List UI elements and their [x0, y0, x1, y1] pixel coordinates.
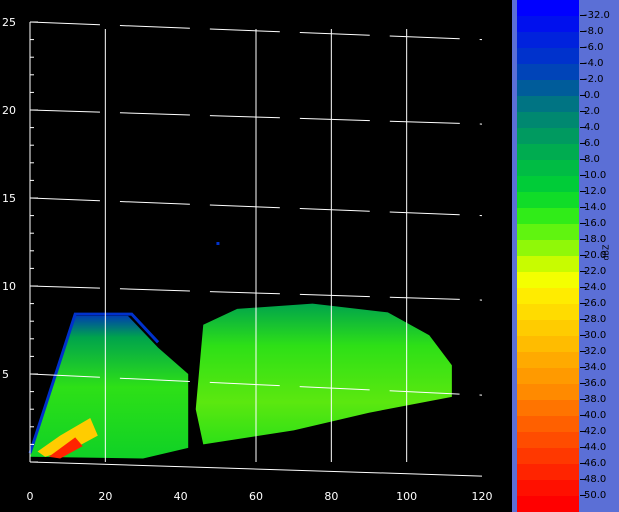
colorbar-swatch [517, 480, 579, 496]
colorbar-swatch [517, 0, 579, 16]
colorbar-swatch [517, 304, 579, 320]
colorbar-swatch [517, 288, 579, 304]
x-tick-label: 80 [324, 490, 338, 503]
colorbar-label: 28.0 [580, 312, 606, 328]
colorbar-swatch [517, 192, 579, 208]
y-tick-label: 15 [2, 192, 16, 205]
colorbar-label: 34.0 [580, 360, 606, 376]
colorbar-label: 14.0 [580, 200, 606, 216]
colorbar-swatch [517, 144, 579, 160]
echo-layer [28, 242, 452, 459]
colorbar-label: 10.0 [580, 168, 606, 184]
colorbar-swatch [517, 464, 579, 480]
colorbar-label: -8.0 [580, 24, 604, 40]
colorbar-swatch [517, 176, 579, 192]
colorbar-swatch [517, 48, 579, 64]
colorbar-swatch [517, 32, 579, 48]
colorbar-label: 22.0 [580, 264, 606, 280]
colorbar-unit-label: dBZ [601, 244, 611, 261]
colorbar-swatch [517, 16, 579, 32]
x-tick-label: 60 [249, 490, 263, 503]
colorbar-label: 44.0 [580, 440, 606, 456]
x-tick-label: 0 [27, 490, 34, 503]
echo-speck [216, 242, 220, 245]
colorbar-label: -6.0 [580, 40, 604, 56]
colorbar-label: 50.0 [580, 488, 606, 504]
colorbar-swatch [517, 80, 579, 96]
colorbar-swatch [517, 368, 579, 384]
ground-line [29, 461, 483, 477]
colorbar-swatch [517, 320, 579, 336]
colorbar-swatch [517, 208, 579, 224]
colorbar-label: 2.0 [580, 104, 600, 120]
colorbar-swatch [517, 128, 579, 144]
radar-rhi-plot: 5 10 15 20 25 0 20 40 60 80 100 120 [0, 0, 512, 512]
plot-canvas: 5 10 15 20 25 0 20 40 60 80 100 120 [2, 16, 493, 503]
colorbar-swatch [517, 416, 579, 432]
colorbar-swatch [517, 352, 579, 368]
echo-main-cell [195, 303, 452, 445]
y-tick-label: 25 [2, 16, 16, 29]
colorbar-label: 48.0 [580, 472, 606, 488]
colorbar-label: 6.0 [580, 136, 600, 152]
colorbar-label: 32.0 [580, 344, 606, 360]
colorbar-swatch [517, 160, 579, 176]
colorbar-swatch [517, 96, 579, 112]
colorbar-label: 30.0 [580, 328, 606, 344]
colorbar-label: 42.0 [580, 424, 606, 440]
y-tick-label: 20 [2, 104, 16, 117]
colorbar-label: -32.0 [580, 8, 610, 24]
colorbar-swatch [517, 112, 579, 128]
colorbar-label: 16.0 [580, 216, 606, 232]
colorbar-swatch [517, 256, 579, 272]
x-tick-label: 120 [472, 490, 493, 503]
colorbar-swatch [517, 336, 579, 352]
colorbar-label: 0.0 [580, 88, 600, 104]
colorbar-swatch [517, 432, 579, 448]
echo-near-range-cell [30, 315, 189, 459]
colorbar-swatch [517, 448, 579, 464]
colorbar-swatch [517, 64, 579, 80]
colorbar-label: 36.0 [580, 376, 606, 392]
colorbar-label: 46.0 [580, 456, 606, 472]
colorbar-swatch [517, 272, 579, 288]
colorbar-label: 4.0 [580, 120, 600, 136]
colorbar-swatch [517, 496, 579, 512]
colorbar-label: -2.0 [580, 72, 604, 88]
x-tick-label: 20 [98, 490, 112, 503]
x-tick-label: 40 [174, 490, 188, 503]
colorbar-label: 8.0 [580, 152, 600, 168]
colorbar-label: -4.0 [580, 56, 604, 72]
y-tick-label: 10 [2, 280, 16, 293]
x-tick-label: 100 [396, 490, 417, 503]
colorbar-label: 24.0 [580, 280, 606, 296]
colorbar-swatch [517, 384, 579, 400]
colorbar-swatch [517, 400, 579, 416]
y-tick-label: 5 [2, 368, 9, 381]
colorbar-label: 26.0 [580, 296, 606, 312]
colorbar-label: 12.0 [580, 184, 606, 200]
colorbar-swatch [517, 240, 579, 256]
colorbar-label: 38.0 [580, 392, 606, 408]
colorbar-label: 40.0 [580, 408, 606, 424]
colorbar-swatch [517, 224, 579, 240]
